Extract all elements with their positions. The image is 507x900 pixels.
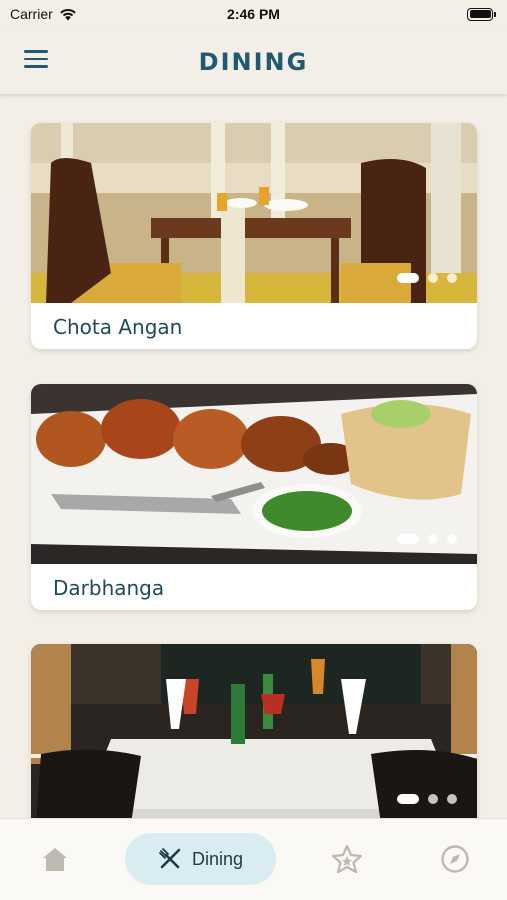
fork-knife-icon [159,848,181,869]
restaurant-name[interactable]: Chota Angan [31,303,477,349]
page-title: DINING [198,48,309,76]
compass-icon[interactable] [440,844,470,874]
carousel-dots[interactable] [397,534,457,544]
carousel-dot[interactable] [428,273,438,283]
carousel-dot[interactable] [428,794,438,804]
carousel-dot[interactable] [447,534,457,544]
nav-dining[interactable]: Dining [125,833,276,885]
restaurant-card[interactable] [31,644,477,818]
home-icon[interactable] [40,845,70,873]
restaurant-card[interactable]: Darbhanga [31,384,477,610]
bottom-nav: Dining [0,818,507,900]
restaurant-image[interactable] [31,644,477,818]
carousel-dot-active[interactable] [397,534,419,544]
status-left: Carrier [10,6,77,22]
nav-dining-label: Dining [191,848,244,869]
nav-home[interactable] [30,833,80,885]
carousel-dot[interactable] [447,794,457,804]
restaurant-card[interactable]: Chota Angan [31,123,477,349]
terrace-table-photo [31,644,477,818]
nav-explore[interactable] [430,833,480,885]
battery-icon [467,7,496,21]
carousel-dots[interactable] [397,794,457,804]
carousel-dot[interactable] [428,534,438,544]
restaurant-image[interactable] [31,123,477,303]
nav-favorites[interactable] [322,833,372,885]
app-header: DINING [0,28,507,94]
carousel-dot[interactable] [447,273,457,283]
restaurant-image[interactable] [31,384,477,564]
carousel-dot-active[interactable] [397,794,419,804]
restaurant-name[interactable]: Darbhanga [31,564,477,610]
carrier-label: Carrier [10,6,53,22]
status-bar: Carrier 2:46 PM [0,0,507,28]
restaurant-list[interactable]: Chota Angan Darbhanga [0,94,507,818]
star-icon[interactable] [331,844,363,874]
carousel-dot-active[interactable] [397,273,419,283]
carousel-dots[interactable] [397,273,457,283]
wifi-icon [59,8,76,20]
